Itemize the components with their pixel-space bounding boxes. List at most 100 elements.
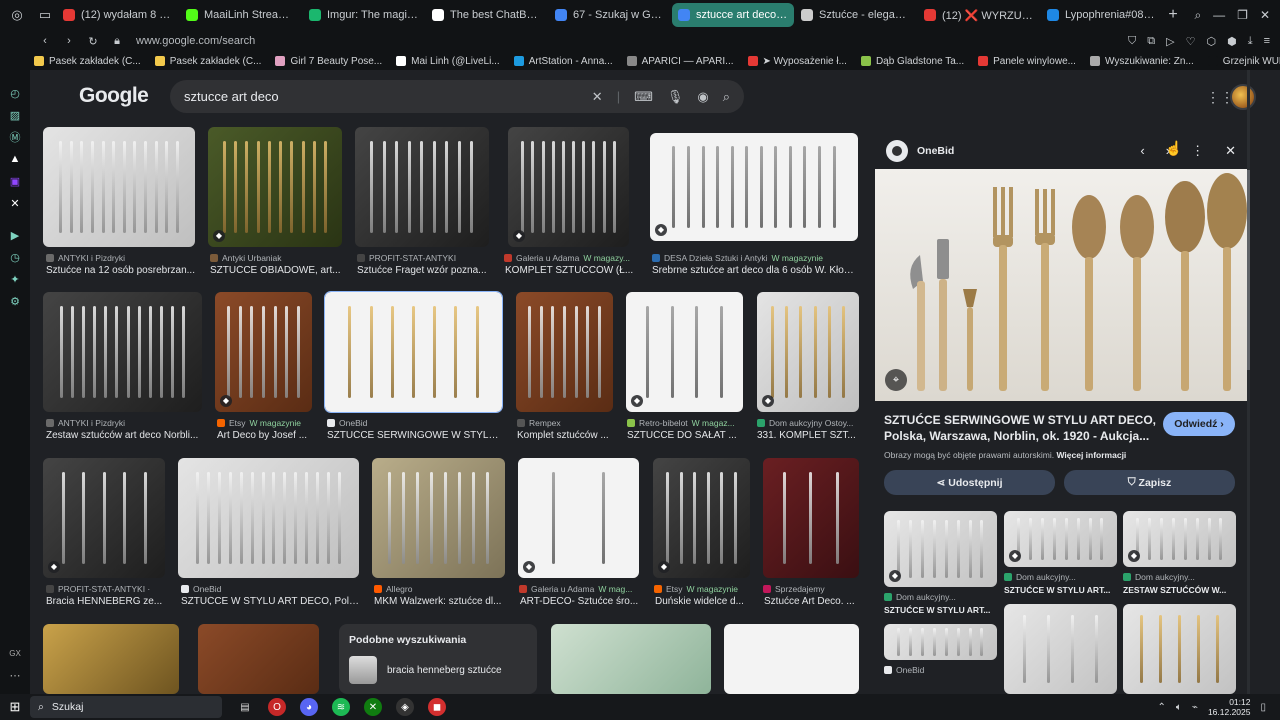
bookmark-item[interactable]: Dąb Gladstone Ta... — [860, 56, 964, 67]
avatar[interactable] — [1230, 84, 1256, 110]
result-source[interactable]: Galeria u Adama W mag... — [519, 584, 643, 594]
close-panel-icon[interactable]: ✕ — [1225, 143, 1236, 159]
share-button[interactable]: ⋖ Udostępnij — [884, 470, 1055, 495]
clock[interactable]: 01:12 16.12.2025 — [1208, 697, 1251, 717]
close-window-icon[interactable]: ✕ — [1260, 8, 1270, 23]
result-title[interactable]: SZTUĆCE SERWINGOWE W STYLU... — [327, 430, 499, 441]
result-title[interactable]: Srebrne sztućce art deco dla 6 osób W. K… — [652, 265, 858, 276]
panel-site-name[interactable]: OneBid — [917, 145, 954, 157]
related-image[interactable]: ◆ — [1123, 511, 1236, 567]
result-image[interactable] — [516, 292, 613, 412]
spotify-icon[interactable]: ≋ — [332, 698, 350, 716]
result-title[interactable]: Sztućce na 12 osób posrebrzan... — [46, 265, 198, 276]
bookmark-item[interactable]: ArtStation - Anna... — [513, 56, 613, 67]
sidebar-messenger-icon[interactable]: Ⓜ — [0, 126, 30, 148]
discord-icon[interactable]: ◕ — [300, 698, 318, 716]
maximize-icon[interactable]: ❐ — [1237, 8, 1248, 23]
microphone-icon[interactable]: 🎙︎ — [667, 89, 684, 105]
bookmark-item[interactable]: Panele winylowe... — [978, 56, 1076, 67]
lens-icon[interactable]: ◉ — [697, 89, 708, 105]
result-title[interactable]: 331. KOMPLET SZT... — [757, 430, 861, 441]
related-source[interactable]: Dom aukcyjny... — [1004, 572, 1076, 582]
related-image[interactable] — [1123, 604, 1236, 694]
xbox-icon[interactable]: ✕ — [364, 698, 382, 716]
result-title[interactable]: MKM Walzwerk: sztućce dl... — [374, 596, 507, 607]
result-image[interactable] — [724, 624, 859, 694]
visit-button[interactable]: Odwiedź › — [1163, 412, 1235, 436]
extensions-icon[interactable]: ⬡ — [1206, 35, 1216, 48]
result-image[interactable]: ◆ — [43, 458, 165, 578]
result-image[interactable]: ◆ — [757, 292, 859, 412]
search-tabs-icon[interactable]: ⌕ — [1194, 8, 1201, 23]
url-field[interactable]: www.google.com/search — [136, 35, 255, 47]
result-title[interactable]: Bracia HENNEBERG ze... — [46, 596, 172, 607]
result-source[interactable]: OneBid — [327, 418, 504, 428]
result-image[interactable] — [43, 624, 179, 694]
result-title[interactable]: Sztućce Fraget wzór pozna... — [357, 265, 491, 276]
snapshot-icon[interactable]: ⧉ — [1147, 35, 1155, 48]
result-image[interactable]: ◆ — [208, 127, 342, 247]
related-title[interactable]: ZESTAW SZTUĆCÓW W... — [1123, 585, 1236, 595]
result-source[interactable]: ANTYKI i Pizdryki — [46, 253, 198, 263]
more-options-icon[interactable]: ⋮ — [1191, 143, 1204, 159]
tray-chevron-icon[interactable]: ⌃ — [1158, 702, 1166, 713]
more-info-link[interactable]: Więcej informacji — [1056, 450, 1126, 460]
new-tab-plus-icon[interactable]: + — [1163, 6, 1183, 24]
search-icon[interactable]: ⌕ — [723, 89, 730, 105]
sidebar-gx-corner-icon[interactable]: ▨ — [0, 104, 30, 126]
related-source[interactable]: Dom aukcyjny... — [884, 592, 956, 602]
bookmark-item[interactable]: Grzejnik WULKAN... — [1207, 56, 1280, 67]
sidebar-player-icon[interactable]: ▶ — [0, 224, 30, 246]
result-title[interactable]: Komplet sztućców ... — [517, 430, 614, 441]
result-source[interactable]: Galeria u Adama W magazy... — [504, 253, 634, 263]
result-title[interactable]: SZTUĆCE OBIADOWE, art... — [210, 265, 344, 276]
result-image[interactable] — [43, 292, 202, 412]
browser-tab[interactable]: Sztućce - eleganckie, n — [795, 3, 917, 27]
result-image[interactable] — [551, 624, 711, 694]
result-source[interactable]: Sprzedajemy — [763, 584, 863, 594]
keyboard-icon[interactable]: ⌨ — [634, 89, 653, 105]
bookmark-item[interactable]: APARICI — APARI... — [626, 56, 734, 67]
result-source[interactable]: PROFIT-STAT-ANTYKI — [357, 253, 491, 263]
menu-icon[interactable]: ≡ — [1264, 35, 1270, 48]
sidebar-extensions-icon[interactable]: ✦ — [0, 268, 30, 290]
panel-title[interactable]: SZTUĆCE SERWINGOWE W STYLU ART DECO, Pol… — [884, 412, 1166, 444]
heart-icon[interactable]: ♡ — [1186, 35, 1196, 48]
sidebar-gx-icon[interactable]: GX — [0, 642, 30, 664]
result-image[interactable] — [198, 624, 319, 694]
result-image[interactable] — [372, 458, 505, 578]
related-title[interactable]: SZTUĆCE W STYLU ART... — [884, 605, 997, 615]
network-icon[interactable]: ⌁ — [1192, 702, 1198, 713]
bookmark-item[interactable]: ➤ Wyposażenie ł... — [747, 56, 847, 67]
bookmark-item[interactable]: Pasek zakładek (C... — [34, 56, 141, 67]
related-title[interactable]: SZTUĆCE W STYLU ART... — [1004, 585, 1117, 595]
result-image[interactable]: ◆ — [508, 127, 629, 247]
bookmark-item[interactable]: Pasek zakładek (C... — [154, 56, 261, 67]
bookmark-item[interactable]: Girl 7 Beauty Pose... — [275, 56, 382, 67]
similar-search-item[interactable]: bracia henneberg sztućce — [349, 656, 527, 684]
related-source[interactable]: OneBid — [884, 665, 924, 675]
result-source[interactable]: ANTYKI i Pizdryki — [46, 418, 205, 428]
result-source[interactable]: Dom aukcyjny Ostoy... — [757, 418, 861, 428]
preview-image[interactable]: ⌖ — [875, 169, 1247, 401]
page-scrollbar[interactable] — [1247, 70, 1250, 694]
related-image[interactable] — [1004, 604, 1117, 694]
download-icon[interactable]: ⤓ — [1248, 35, 1253, 48]
result-title[interactable]: ART-DECO- Sztućce śro... — [520, 596, 644, 607]
browser-tab[interactable]: 67 - Szukaj w Google — [549, 3, 671, 27]
windows-start-icon[interactable]: ⊞ — [0, 699, 30, 715]
result-image[interactable]: ◆ — [626, 292, 743, 412]
sidebar-twitch-icon[interactable]: ▣ — [0, 170, 30, 192]
result-image[interactable]: ◆ — [653, 458, 750, 578]
browser-tab[interactable]: Lypophrenia#0831 (EUW — [1041, 3, 1163, 27]
result-image[interactable] — [43, 127, 195, 247]
result-source[interactable]: PROFIT-STAT-ANTYKI · — [46, 584, 172, 594]
sidebar-history-icon[interactable]: ◷ — [0, 246, 30, 268]
back-icon[interactable]: ‹ — [36, 35, 54, 47]
related-image[interactable]: ◆ — [884, 511, 997, 587]
wallet-icon[interactable]: ⬢ — [1227, 35, 1237, 48]
opera-gx-taskbar-icon[interactable]: O — [268, 698, 286, 716]
clear-icon[interactable]: ✕ — [592, 89, 603, 105]
reload-icon[interactable]: ↻ — [84, 35, 102, 48]
browser-tab[interactable]: (12) ❌ WYRZUĆ TO! 10 — [918, 3, 1040, 27]
